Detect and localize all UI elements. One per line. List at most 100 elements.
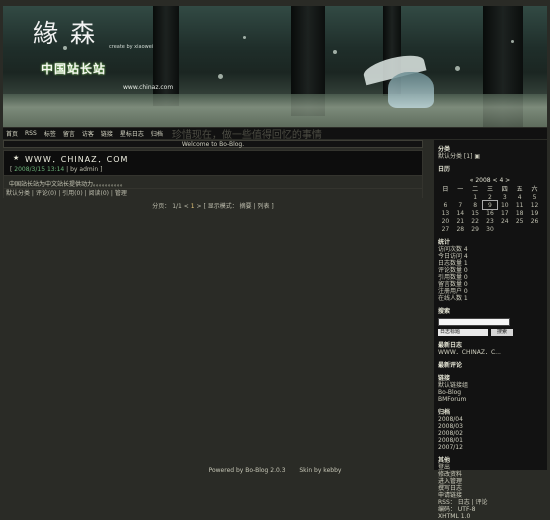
welcome-banner: Welcome to Bo-Blog. — [3, 140, 423, 148]
category-item[interactable]: 默认分类 [1] ▣ — [438, 153, 543, 160]
calendar-header[interactable]: « 2008 < 4 > — [438, 176, 542, 184]
calendar-day: 23 — [486, 217, 494, 225]
link-item[interactable]: BMForum — [438, 396, 543, 403]
archive-item[interactable]: 2008/01 — [438, 437, 543, 444]
link-item[interactable]: Bo-Blog — [438, 389, 543, 396]
stat-line: 留言数量 0 — [438, 281, 468, 288]
sidebar: 分类 默认分类 [1] ▣ 日历 « 2008 < 4 > 日 一 二 三 四 … — [434, 140, 547, 520]
star-icon: ★ — [13, 154, 20, 162]
weekday: 四 — [501, 186, 508, 193]
calendar-day: 4 — [517, 193, 522, 201]
category-title: 分类 — [438, 146, 451, 153]
calendar-day: 26 — [530, 217, 539, 225]
calendar-day: 12 — [530, 201, 539, 209]
other-item: 编码： UTF-8 — [438, 506, 476, 513]
link-group: 默认链接组 — [438, 382, 469, 389]
calendar-day: 15 — [471, 209, 479, 217]
falling-leaf — [455, 66, 460, 71]
calendar-day — [438, 193, 453, 201]
weekday: 二 — [472, 186, 479, 193]
tree-trunk — [153, 6, 179, 106]
pagination: 分页： 1/1 < 1 > [ 显示模式： 摘要 | 列表 ] — [3, 201, 423, 210]
display-mode[interactable]: [ 显示模式： 摘要 | 列表 ] — [203, 203, 273, 210]
nav-links[interactable]: 链接 — [101, 129, 113, 138]
nav-visitors[interactable]: 访客 — [82, 129, 94, 138]
meta-separator: | — [66, 166, 69, 173]
calendar-day: 22 — [471, 217, 479, 225]
calendar-day: 14 — [456, 209, 465, 217]
other-item[interactable]: XHTML 1.0 — [438, 513, 543, 520]
banner-ground — [3, 94, 547, 127]
archive-item[interactable]: 2008/03 — [438, 423, 543, 430]
falling-leaf — [511, 40, 514, 43]
archive-item[interactable]: 2008/02 — [438, 430, 543, 437]
latest-post-item[interactable]: WWW．CHINAZ．C... — [438, 349, 543, 356]
calendar-day: 27 — [441, 225, 450, 233]
calendar-day: 24 — [500, 217, 509, 225]
archive-item[interactable]: 2007/12 — [438, 444, 543, 451]
post-title[interactable]: WWW．CHINAZ．COM — [25, 154, 128, 165]
nav-starred[interactable]: 星标日志 — [120, 129, 144, 138]
pager-first[interactable]: < — [184, 203, 189, 210]
post-content: 中国站长站为中文站长提供动力。。。。。。。。。。 — [9, 181, 127, 188]
calendar-day — [497, 225, 512, 233]
search-button[interactable]: 搜索 — [491, 329, 513, 336]
calendar-day: 30 — [486, 225, 494, 233]
top-navigation: 首页 RSS 标签 留言 访客 链接 星标日志 归档 珍惜现在，做一些值得回忆的… — [3, 128, 547, 141]
calendar-day — [527, 225, 542, 233]
nav-tags[interactable]: 标签 — [44, 129, 56, 138]
calendar-day: 2 — [488, 193, 492, 201]
falling-leaf — [333, 50, 337, 54]
calendar-day: 29 — [471, 225, 479, 233]
stat-line: 在线人数 1 — [438, 295, 468, 302]
links-title: 链接 — [438, 375, 451, 382]
nav-archive[interactable]: 归档 — [151, 129, 163, 138]
calendar-day: 17 — [500, 209, 509, 217]
pager-label: 分页： — [152, 203, 171, 210]
stat-line: 日志数量 1 — [438, 260, 468, 267]
search-input[interactable] — [438, 318, 510, 326]
calendar-day: 1 — [473, 193, 478, 201]
stat-line: 今日访问 4 — [438, 253, 468, 260]
post-time: 2008/3/15 13:14 — [14, 166, 65, 173]
other-item[interactable]: 申请链接 — [438, 492, 543, 499]
nav-marquee: 珍惜现在，做一些值得回忆的事情 — [171, 130, 322, 141]
stats-title: 统计 — [438, 239, 451, 246]
calendar-day: 20 — [441, 217, 450, 225]
nav-rss[interactable]: RSS — [25, 130, 37, 137]
calendar-day: 18 — [515, 209, 524, 217]
calendar-today: 9 — [481, 200, 499, 210]
search-title: 搜索 — [438, 308, 451, 315]
post-author[interactable]: admin — [79, 166, 98, 173]
pager-current: 1 — [190, 203, 195, 210]
meta-bracket-open: [ — [10, 166, 13, 173]
calendar-day: 21 — [456, 217, 465, 225]
calendar-day: 6 — [443, 201, 448, 209]
author-prefix: by — [70, 166, 78, 173]
other-item[interactable]: 撰写日志 — [438, 485, 543, 492]
header-banner: 緣 森 create by xiaowei 中国站长站 www.chinaz.c… — [3, 6, 547, 127]
search-scope-select[interactable]: 日志标题 — [438, 329, 488, 336]
falling-leaf — [218, 74, 223, 79]
calendar-day: 7 — [458, 201, 463, 209]
site-url: www.chinaz.com — [123, 84, 174, 91]
latest-comments-title: 最新评论 — [438, 362, 463, 369]
archive-item[interactable]: 2008/04 — [438, 416, 543, 423]
weekday: 六 — [531, 186, 538, 193]
powered-by[interactable]: Powered by Bo-Blog 2.0.3 — [209, 467, 286, 474]
calendar-day: 11 — [515, 201, 524, 209]
pager-last[interactable]: > — [197, 203, 202, 210]
stat-line: 评论数量 0 — [438, 267, 468, 274]
stat-line: 访问次数 4 — [438, 246, 468, 253]
other-item[interactable]: 进入管理 — [438, 478, 543, 485]
post-footer[interactable]: 默认分类 | 评论(0) | 引用(0) | 阅读(0) | 管理 — [3, 188, 423, 197]
skin-credit[interactable]: Skin by kebby — [299, 467, 341, 474]
calendar-day — [453, 193, 468, 201]
search-controls: 日志标题 搜索 — [438, 329, 543, 336]
nav-home[interactable]: 首页 — [6, 129, 18, 138]
nav-guestbook[interactable]: 留言 — [63, 129, 75, 138]
calendar-day: 28 — [456, 225, 465, 233]
page-footer: Powered by Bo-Blog 2.0.3 Skin by kebby — [0, 467, 550, 474]
weekday: 五 — [516, 186, 523, 193]
other-item[interactable]: RSS： 日志 | 评论 — [438, 499, 543, 506]
